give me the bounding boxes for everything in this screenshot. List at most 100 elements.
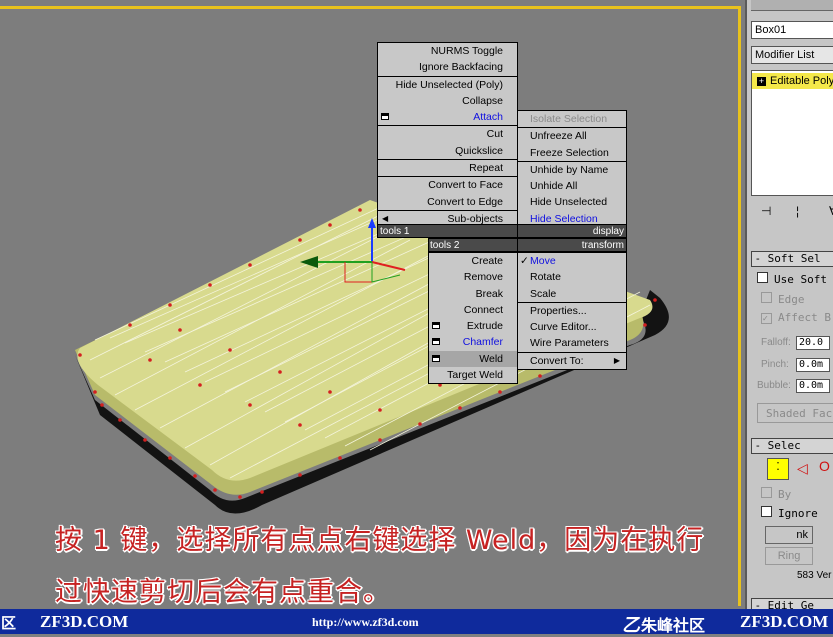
by-vertex-label: By	[778, 488, 792, 501]
tutorial-caption-line1: 按 1 键，选择所有点点右键选择 Weld，因为在执行	[55, 525, 705, 556]
menu-item-curve-editor[interactable]: Curve Editor...	[518, 319, 626, 335]
panel-tab-icons	[751, 0, 833, 11]
show-end-result-icon[interactable]: ¦	[796, 204, 799, 218]
modifier-stack[interactable]: + Editable Poly	[751, 70, 833, 196]
settings-box-icon[interactable]	[432, 354, 440, 362]
quad-header-tools2: tools 2	[428, 238, 518, 252]
quad-header-tools2-label: tools 2	[430, 240, 460, 251]
stack-item-label: Editable Poly	[770, 75, 833, 87]
affect-backfacing-checkbox[interactable]: ✓ Affect B	[761, 311, 831, 324]
quad-menu-display: Isolate Selection Unfreeze All Freeze Se…	[517, 110, 627, 229]
menu-item-extrude[interactable]: Extrude	[429, 318, 517, 334]
menu-item-unfreeze-all[interactable]: Unfreeze All	[518, 127, 626, 144]
menu-item-move[interactable]: ✓ Move	[518, 253, 626, 269]
menu-item-cut[interactable]: Cut	[378, 125, 517, 142]
menu-item-repeat[interactable]: Repeat	[378, 159, 517, 176]
menu-item-convert-to[interactable]: Convert To: ▶	[518, 351, 626, 369]
quad-menu-tools1: NURMS Toggle Ignore Backfacing Hide Unse…	[377, 42, 518, 229]
menu-item-rotate[interactable]: Rotate	[518, 269, 626, 285]
shrink-label: nk	[796, 529, 808, 541]
zf-logo-icon: 乙	[622, 615, 640, 635]
selection-title: Selec	[767, 439, 801, 452]
use-soft-checkbox[interactable]: Use Soft	[757, 272, 827, 286]
menu-item-convert-to-label: Convert To:	[530, 354, 584, 367]
make-unique-icon[interactable]: ∀	[829, 204, 833, 218]
menu-item-isolate-selection[interactable]: Isolate Selection	[518, 111, 626, 127]
falloff-spinner[interactable]: 20.0	[796, 336, 830, 350]
quad-menu-transform: ✓ Move Rotate Scale Properties... Curve E…	[517, 252, 627, 371]
menu-item-nurms-toggle[interactable]: NURMS Toggle	[378, 43, 517, 59]
menu-item-collapse[interactable]: Collapse	[378, 93, 517, 109]
menu-item-unhide-by-name[interactable]: Unhide by Name	[518, 160, 626, 178]
pin-stack-icon[interactable]: ⊣	[761, 204, 771, 218]
edit-geometry-title: Edit Ge	[767, 599, 815, 609]
bubble-spinner[interactable]: 0.0m	[796, 379, 830, 393]
menu-item-convert-to-edge[interactable]: Convert to Edge	[378, 194, 517, 210]
shrink-button[interactable]: nk	[765, 526, 813, 544]
menu-item-extrude-label: Extrude	[466, 320, 503, 333]
menu-item-hide-unselected[interactable]: Hide Unselected	[518, 194, 626, 210]
menu-item-scale[interactable]: Scale	[518, 286, 626, 302]
object-name-field[interactable]: Box01	[751, 21, 833, 39]
footer-left-edge: 区	[1, 614, 17, 632]
menu-item-target-weld[interactable]: Target Weld	[429, 367, 517, 383]
menu-item-chamfer-label: Chamfer	[462, 336, 503, 349]
stack-toolbar: ⊣ ¦ ∀	[751, 204, 833, 222]
ring-label: Ring	[777, 550, 801, 562]
ignore-backfacing-label: Ignore	[778, 507, 818, 520]
quad-header-tools1: tools 1	[377, 224, 518, 238]
falloff-label: Falloff:	[761, 337, 791, 348]
perspective-viewport[interactable]: NURMS Toggle Ignore Backfacing Hide Unse…	[0, 0, 745, 609]
menu-item-remove[interactable]: Remove	[429, 269, 517, 285]
menu-item-freeze-selection[interactable]: Freeze Selection	[518, 145, 626, 161]
modifier-list-dropdown[interactable]: Modifier List	[751, 46, 833, 64]
ignore-backfacing-checkbox[interactable]: Ignore	[761, 506, 818, 520]
shaded-face-toggle-button[interactable]: Shaded Fac	[757, 403, 833, 423]
selection-count-text: 583 Ver	[797, 570, 832, 581]
soft-selection-rollout[interactable]: - Soft Sel	[751, 251, 833, 267]
quad-header-display: display	[517, 224, 627, 238]
menu-item-attach[interactable]: Attach	[378, 109, 517, 125]
menu-item-chamfer[interactable]: Chamfer	[429, 334, 517, 350]
border-mode-icon[interactable]: O	[819, 458, 830, 474]
edge-checkbox[interactable]: Edge	[761, 292, 805, 306]
menu-item-connect[interactable]: Connect	[429, 302, 517, 318]
command-panel: Box01 Modifier List + Editable Poly ⊣ ¦ ∀…	[745, 0, 833, 609]
menu-item-create[interactable]: Create	[429, 253, 517, 269]
menu-item-ignore-backfacing[interactable]: Ignore Backfacing	[378, 59, 517, 75]
footer-site-left: ZF3D.COM	[40, 612, 129, 631]
by-vertex-checkbox[interactable]: By	[761, 487, 791, 501]
menu-item-weld[interactable]: Weld	[429, 350, 517, 368]
selection-rollout[interactable]: - Selec	[751, 438, 833, 454]
menu-item-convert-to-face[interactable]: Convert to Face	[378, 176, 517, 193]
menu-item-weld-label: Weld	[479, 352, 503, 365]
menu-item-break[interactable]: Break	[429, 286, 517, 302]
menu-item-unhide-all[interactable]: Unhide All	[518, 178, 626, 194]
menu-item-attach-label: Attach	[473, 111, 503, 124]
quad-header-transform: transform	[517, 238, 627, 252]
menu-item-quickslice[interactable]: Quickslice	[378, 143, 517, 159]
settings-box-icon[interactable]	[432, 338, 440, 346]
expand-plus-icon[interactable]: +	[757, 76, 766, 86]
menu-item-properties[interactable]: Properties...	[518, 301, 626, 319]
vertex-mode-button[interactable]: ⁚	[767, 458, 789, 480]
quad-header-transform-label: transform	[581, 240, 624, 251]
settings-box-icon[interactable]	[381, 113, 389, 121]
stack-item-editable-poly[interactable]: + Editable Poly	[752, 73, 833, 89]
menu-item-hide-unselected-poly[interactable]: Hide Unselected (Poly)	[378, 75, 517, 93]
soft-selection-title: Soft Sel	[767, 252, 821, 265]
edit-geometry-rollout[interactable]: - Edit Ge	[751, 598, 833, 609]
use-soft-label: Use Soft	[774, 273, 827, 286]
edge-mode-icon[interactable]: ◁	[797, 460, 808, 477]
footer-brand: 朱峰社区	[641, 616, 706, 635]
pinch-spinner[interactable]: 0.0m	[796, 358, 830, 372]
menu-item-move-label: Move	[530, 255, 556, 267]
menu-item-wire-parameters[interactable]: Wire Parameters	[518, 335, 626, 351]
ring-button[interactable]: Ring	[765, 547, 813, 565]
submenu-right-arrow-icon: ▶	[613, 355, 620, 365]
watermark-footer: 区 ZF3D.COM http://www.zf3d.com 乙 朱峰社区 ZF…	[0, 609, 833, 635]
quad-menu-tools2: Create Remove Break Connect Extrude Cham…	[428, 252, 518, 385]
tutorial-caption-line2: 过快速剪切后会有点重合。	[55, 577, 391, 608]
settings-box-icon[interactable]	[432, 322, 440, 330]
bubble-label: Bubble:	[757, 380, 791, 391]
